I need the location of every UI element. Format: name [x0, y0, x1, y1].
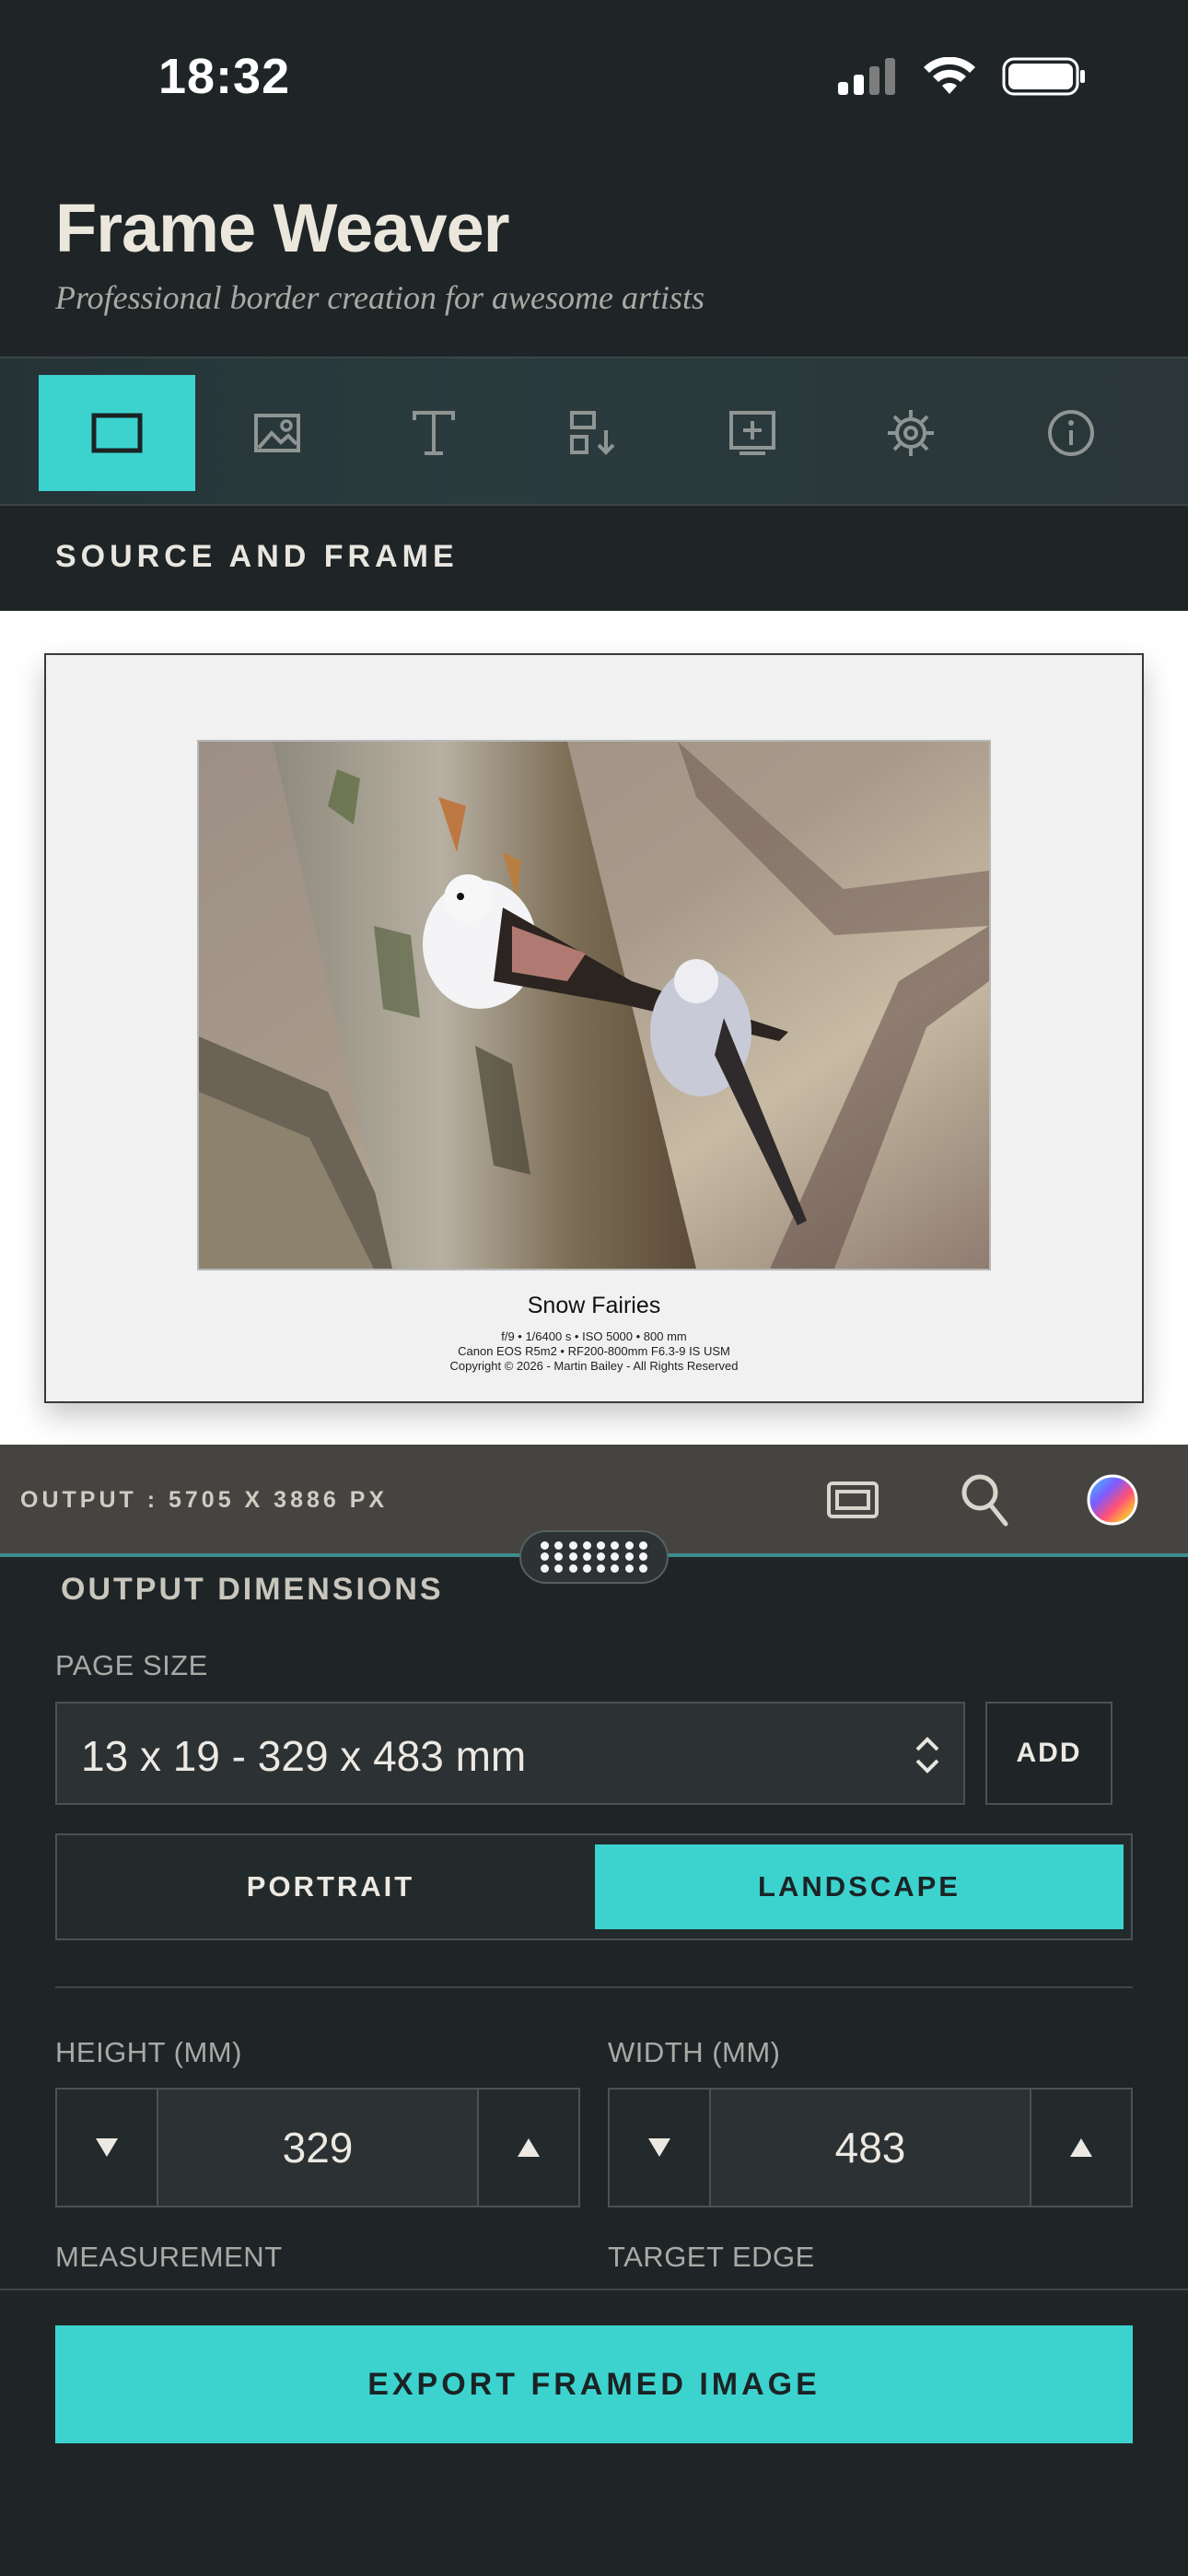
caption-title: Snow Fairies: [527, 1293, 661, 1318]
height-decrement-button[interactable]: [57, 2090, 158, 2206]
frame-icon: [91, 413, 143, 453]
zoom-button[interactable]: [952, 1467, 1019, 1533]
page-size-label: PAGE SIZE: [55, 1649, 208, 1681]
target-edge-label: TARGET EDGE: [608, 2241, 815, 2273]
main-toolbar: [0, 357, 1188, 506]
text-icon: [413, 411, 455, 455]
bird-photo: [197, 740, 991, 1270]
status-bar: 18:32: [0, 0, 1188, 161]
caption-copyright: Copyright © 2026 - Martin Bailey - All R…: [449, 1359, 739, 1373]
width-stepper: 483: [608, 2088, 1133, 2207]
divider: [55, 1986, 1133, 1988]
tab-frame[interactable]: [39, 375, 195, 491]
width-label: WIDTH (MM): [608, 2036, 781, 2068]
app-title: Frame Weaver: [55, 190, 510, 266]
tab-add[interactable]: [674, 375, 831, 491]
width-increment-button[interactable]: [1030, 2090, 1131, 2206]
height-input[interactable]: 329: [158, 2090, 477, 2206]
panel-title: OUTPUT DIMENSIONS: [61, 1572, 444, 1607]
output-size-label: OUTPUT : 5705 X 3886 PX: [20, 1487, 389, 1513]
frame-fit-icon: [827, 1481, 879, 1518]
height-increment-button[interactable]: [477, 2090, 578, 2206]
image-icon: [254, 414, 300, 452]
export-button[interactable]: EXPORT FRAMED IMAGE: [55, 2325, 1133, 2443]
chevron-updown-icon: [915, 1737, 939, 1774]
preview-area: Snow Fairies f/9 • 1/6400 s • ISO 5000 •…: [0, 611, 1188, 1445]
page-size-value: 13 x 19 - 329 x 483 mm: [81, 1732, 527, 1780]
triangle-down-icon: [648, 2138, 670, 2157]
color-wheel-icon: [1087, 1474, 1138, 1526]
section-title: SOURCE AND FRAME: [55, 539, 459, 574]
panel-drag-handle[interactable]: [519, 1530, 669, 1584]
landscape-button[interactable]: LANDSCAPE: [595, 1844, 1124, 1929]
search-icon: [961, 1474, 1008, 1527]
section-header: SOURCE AND FRAME: [0, 508, 1188, 611]
battery-icon: [1002, 57, 1085, 96]
triangle-up-icon: [518, 2138, 540, 2157]
settings-icon: [888, 410, 934, 456]
footer-divider: [0, 2289, 1188, 2290]
framed-print-preview[interactable]: Snow Fairies f/9 • 1/6400 s • ISO 5000 •…: [44, 653, 1144, 1403]
width-decrement-button[interactable]: [610, 2090, 711, 2206]
width-input[interactable]: 483: [711, 2090, 1030, 2206]
tab-settings[interactable]: [833, 375, 989, 491]
tab-info[interactable]: [993, 375, 1149, 491]
layout-sort-icon: [570, 411, 615, 455]
add-box-icon: [729, 411, 775, 455]
caption-exif: f/9 • 1/6400 s • ISO 5000 • 800 mm: [501, 1329, 687, 1343]
measurement-label: MEASUREMENT: [55, 2241, 283, 2273]
caption-camera: Canon EOS R5m2 • RF200-800mm F6.3-9 IS U…: [458, 1344, 730, 1358]
info-icon: [1048, 410, 1094, 456]
triangle-up-icon: [1070, 2138, 1092, 2157]
height-stepper: 329: [55, 2088, 580, 2207]
add-page-size-button[interactable]: ADD: [985, 1702, 1112, 1805]
status-time: 18:32: [158, 49, 291, 104]
tab-image[interactable]: [199, 375, 355, 491]
fit-frame-button[interactable]: [820, 1467, 886, 1533]
signal-icon: [838, 58, 895, 95]
height-label: HEIGHT (MM): [55, 2036, 242, 2068]
tab-layout[interactable]: [516, 375, 672, 491]
app-subtitle: Professional border creation for awesome…: [55, 279, 705, 316]
portrait-button[interactable]: PORTRAIT: [66, 1844, 595, 1929]
page-size-select[interactable]: 13 x 19 - 329 x 483 mm: [55, 1702, 965, 1805]
orientation-toggle: PORTRAIT LANDSCAPE: [55, 1833, 1133, 1940]
color-picker-button[interactable]: [1079, 1467, 1146, 1533]
wifi-icon: [924, 57, 975, 94]
triangle-down-icon: [96, 2138, 118, 2157]
status-icons: [838, 57, 1087, 96]
tab-text[interactable]: [355, 375, 512, 491]
